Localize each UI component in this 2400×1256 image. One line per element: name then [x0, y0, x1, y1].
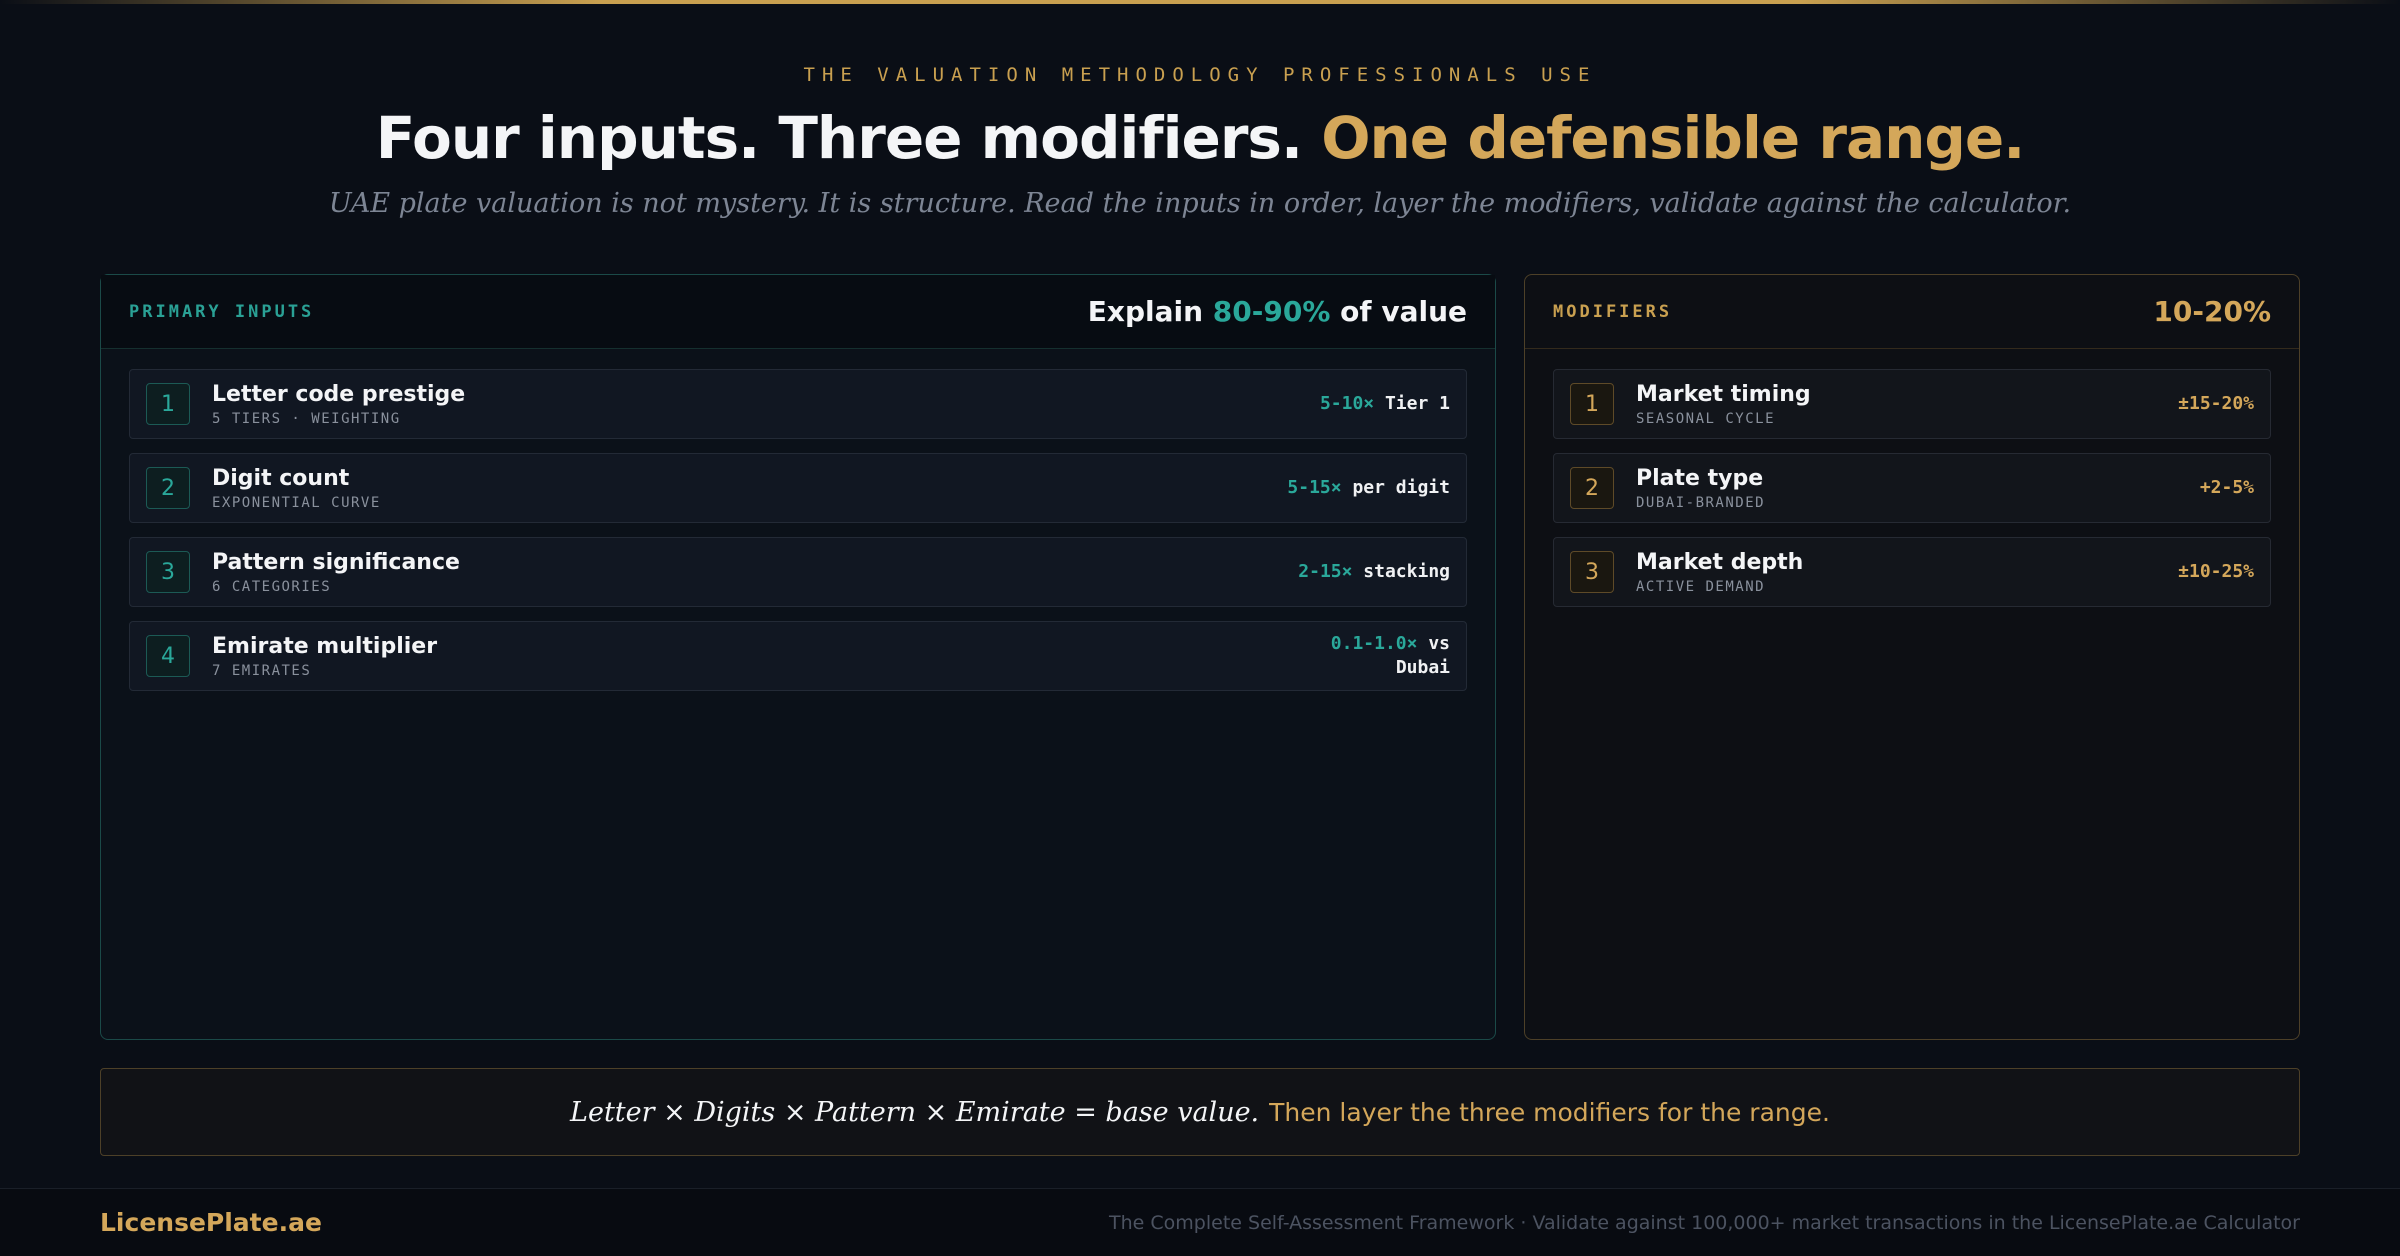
input-row-pattern: 3 Pattern significance 6 CATEGORIES 2-15…: [129, 537, 1467, 607]
eyebrow-label: THE VALUATION METHODOLOGY PROFESSIONALS …: [803, 64, 1597, 86]
row-subtitle: SEASONAL CYCLE: [1636, 410, 1776, 427]
formula-then: Then layer the three modifiers for the r…: [1269, 1097, 1830, 1127]
metric-suffix: of value: [1340, 295, 1467, 328]
primary-inputs-label: PRIMARY INPUTS: [129, 301, 315, 322]
row-subtitle: 7 EMIRATES: [212, 662, 312, 679]
row-number: 3: [146, 551, 190, 593]
row-subtitle: DUBAI-BRANDED: [1636, 494, 1766, 511]
row-title: Letter code prestige: [212, 381, 466, 407]
row-number: 4: [146, 635, 190, 677]
brand-logo[interactable]: LicensePlate.ae: [100, 1208, 322, 1237]
row-number: 2: [1570, 467, 1614, 509]
modifier-row-market-depth: 3 Market depth ACTIVE DEMAND ±10-25%: [1553, 537, 2271, 607]
row-value: 5-15× per digit: [1287, 477, 1450, 498]
input-row-letter-code: 1 Letter code prestige 5 TIERS · WEIGHTI…: [129, 369, 1467, 439]
modifiers-metric: 10-20%: [2153, 295, 2271, 328]
modifiers-panel: MODIFIERS 10-20% 1 Market timing SEASONA…: [1524, 274, 2300, 1040]
title-accent: One defensible range.: [1321, 104, 2025, 172]
primary-inputs-panel: PRIMARY INPUTS Explain 80-90% of value 1…: [100, 274, 1496, 1040]
footer-note: The Complete Self-Assessment Framework ·…: [1109, 1211, 2300, 1234]
input-row-digit-count: 2 Digit count EXPONENTIAL CURVE 5-15× pe…: [129, 453, 1467, 523]
primary-inputs-header: PRIMARY INPUTS Explain 80-90% of value: [101, 275, 1495, 349]
row-subtitle: 6 CATEGORIES: [212, 578, 332, 595]
page-title: Four inputs. Three modifiers. One defens…: [0, 104, 2400, 172]
row-value: 5-10× Tier 1: [1319, 393, 1450, 414]
metric-value: 80-90%: [1212, 295, 1331, 328]
row-value: 0.1-1.0× vs Dubai: [1330, 633, 1450, 678]
page-subtitle: UAE plate valuation is not mystery. It i…: [328, 188, 2072, 219]
title-main: Four inputs. Three modifiers.: [375, 104, 1303, 172]
row-number: 1: [146, 383, 190, 425]
modifier-row-plate-type: 2 Plate type DUBAI-BRANDED +2-5%: [1553, 453, 2271, 523]
primary-inputs-list: 1 Letter code prestige 5 TIERS · WEIGHTI…: [101, 349, 1495, 691]
row-number: 1: [1570, 383, 1614, 425]
modifiers-header: MODIFIERS 10-20%: [1525, 275, 2299, 349]
row-value: ±15-20%: [2178, 393, 2254, 414]
primary-inputs-metric: Explain 80-90% of value: [1088, 295, 1467, 328]
row-subtitle: 5 TIERS · WEIGHTING: [212, 410, 401, 427]
input-row-emirate: 4 Emirate multiplier 7 EMIRATES 0.1-1.0×…: [129, 621, 1467, 691]
modifiers-list: 1 Market timing SEASONAL CYCLE ±15-20% 2…: [1525, 349, 2299, 607]
metric-prefix: Explain: [1087, 295, 1204, 328]
modifiers-label: MODIFIERS: [1553, 301, 1673, 322]
row-title: Market depth: [1636, 549, 1804, 575]
row-subtitle: EXPONENTIAL CURVE: [212, 494, 381, 511]
row-number: 3: [1570, 551, 1614, 593]
row-title: Plate type: [1636, 465, 1764, 491]
row-title: Market timing: [1636, 381, 1811, 407]
row-subtitle: ACTIVE DEMAND: [1636, 578, 1766, 595]
modifier-row-market-timing: 1 Market timing SEASONAL CYCLE ±15-20%: [1553, 369, 2271, 439]
row-title: Pattern significance: [212, 549, 460, 575]
row-value: ±10-25%: [2178, 561, 2254, 582]
row-value: 2-15× stacking: [1298, 561, 1450, 582]
formula-banner: Letter × Digits × Pattern × Emirate = ba…: [100, 1068, 2300, 1156]
row-title: Digit count: [212, 465, 350, 491]
row-title: Emirate multiplier: [212, 633, 438, 659]
formula-math: Letter × Digits × Pattern × Emirate = ba…: [570, 1096, 1260, 1128]
row-number: 2: [146, 467, 190, 509]
footer: LicensePlate.ae The Complete Self-Assess…: [0, 1188, 2400, 1256]
top-accent-line: [0, 0, 2400, 4]
row-value: +2-5%: [2199, 477, 2254, 498]
